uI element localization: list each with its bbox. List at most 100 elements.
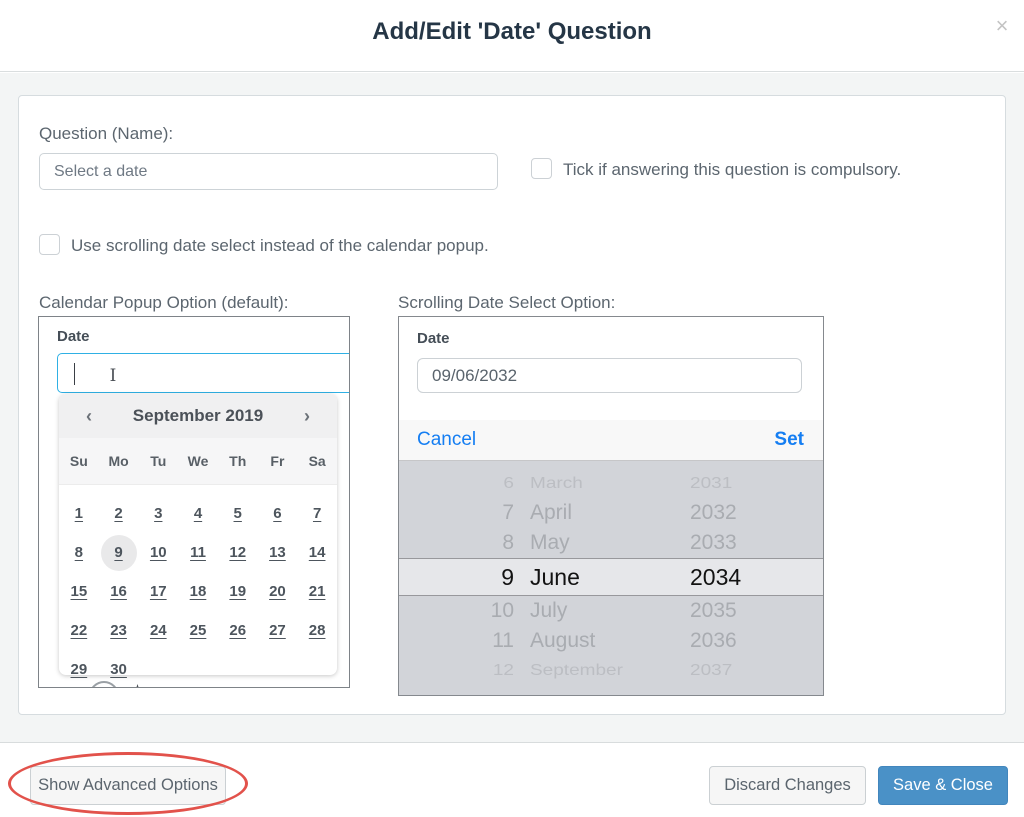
calendar-day[interactable]: 2	[99, 494, 139, 533]
calendar-day-empty	[218, 650, 258, 688]
calendar-day[interactable]: 9	[99, 533, 139, 572]
scrolling-date-input[interactable]	[417, 358, 802, 393]
calendar-day[interactable]: 25	[178, 611, 218, 650]
calendar-day[interactable]: 7	[297, 494, 337, 533]
calendar-day[interactable]: 14	[297, 533, 337, 572]
calendar-day[interactable]: 24	[138, 611, 178, 650]
wheel-day-value: 12	[399, 661, 514, 679]
calendar-month-bar: ‹ September 2019 ›	[59, 394, 337, 438]
wheel-row-selected[interactable]: 9June2034	[399, 558, 823, 596]
question-name-label: Question (Name):	[39, 124, 173, 144]
wheel-year-value: 2031	[690, 474, 790, 492]
cancel-button[interactable]: Cancel	[417, 429, 476, 451]
close-icon[interactable]: ×	[990, 14, 1014, 38]
date-wheel[interactable]: 6March20317April20328May20339June203410J…	[399, 461, 823, 696]
calendar-day[interactable]: 28	[297, 611, 337, 650]
calendar-day-number: 14	[309, 544, 326, 561]
set-button[interactable]: Set	[774, 429, 804, 451]
wheel-row[interactable]: 6March2031	[399, 472, 823, 496]
wheel-day-value: 7	[399, 501, 514, 525]
calendar-day-number: 22	[71, 622, 88, 639]
calendar-day-number: 5	[234, 505, 242, 522]
calendar-day-number: 4	[194, 505, 202, 522]
prev-month-icon[interactable]: ‹	[79, 406, 99, 427]
calendar-day[interactable]: 1	[59, 494, 99, 533]
calendar-day-number: 15	[71, 583, 88, 600]
today-highlight: 9	[101, 535, 137, 571]
scrolling-field-label: Date	[417, 330, 450, 347]
question-name-input[interactable]	[39, 153, 498, 190]
calendar-day-empty	[178, 650, 218, 688]
scrolling-toggle-checkbox[interactable]	[39, 234, 60, 255]
wheel-month-value: March	[530, 474, 690, 492]
calendar-day[interactable]: 13	[258, 533, 298, 572]
wheel-day-value: 8	[399, 531, 514, 555]
calendar-day[interactable]: 4	[178, 494, 218, 533]
wheel-row[interactable]: 7 April2032	[399, 498, 823, 528]
calendar-date-input[interactable]: I	[57, 353, 350, 393]
calendar-day[interactable]: 5	[218, 494, 258, 533]
wheel-month-value: April	[530, 501, 690, 525]
wheel-year-value: 2033	[690, 531, 790, 555]
weekday-label: Tu	[138, 453, 178, 469]
wheel-month-value: June	[530, 564, 690, 591]
calendar-day-number: 24	[150, 622, 167, 639]
calendar-day[interactable]: 15	[59, 572, 99, 611]
calendar-day[interactable]: 18	[178, 572, 218, 611]
wheel-month-value: September	[530, 661, 690, 679]
calendar-day-number: 6	[273, 505, 281, 522]
wheel-row[interactable]: 11August2036	[399, 626, 823, 656]
wheel-row[interactable]: 8May2033	[399, 528, 823, 558]
calendar-day[interactable]: 8	[59, 533, 99, 572]
next-month-icon[interactable]: ›	[297, 406, 317, 427]
calendar-day[interactable]: 11	[178, 533, 218, 572]
modal-title: Add/Edit 'Date' Question	[0, 18, 1024, 46]
calendar-day-number: 16	[110, 583, 127, 600]
calendar-day-number: 2	[114, 505, 122, 522]
calendar-day-number: 18	[190, 583, 207, 600]
wheel-row[interactable]: 12 September2037	[399, 659, 823, 683]
calendar-day[interactable]: 17	[138, 572, 178, 611]
wheel-year-value: 2037	[690, 661, 790, 679]
modal-body: Question (Name): Tick if answering this …	[0, 73, 1024, 742]
calendar-day[interactable]: 19	[218, 572, 258, 611]
weekday-label: Su	[59, 453, 99, 469]
calendar-day-number: 1	[75, 505, 83, 522]
calendar-day[interactable]: 29	[59, 650, 99, 688]
calendar-day[interactable]: 3	[138, 494, 178, 533]
ibeam-cursor: I	[108, 366, 118, 386]
calendar-day-number: 30	[110, 661, 127, 678]
calendar-day-number: 29	[71, 661, 88, 678]
save-and-close-button[interactable]: Save & Close	[878, 766, 1008, 805]
picker-action-bar: Cancel Set	[399, 420, 823, 461]
calendar-month-title: September 2019	[133, 406, 263, 426]
compulsory-checkbox[interactable]	[531, 158, 552, 179]
discard-changes-button[interactable]: Discard Changes	[709, 766, 866, 805]
calendar-day[interactable]: 10	[138, 533, 178, 572]
wheel-year-value: 2032	[690, 501, 790, 525]
calendar-day[interactable]: 26	[218, 611, 258, 650]
wheel-day-value: 10	[399, 599, 514, 623]
calendar-section-label: Calendar Popup Option (default):	[39, 293, 289, 313]
wheel-row[interactable]: 10July2035	[399, 596, 823, 626]
calendar-day[interactable]: 23	[99, 611, 139, 650]
calendar-day[interactable]: 22	[59, 611, 99, 650]
calendar-day-number: 25	[190, 622, 207, 639]
weekday-label: Sa	[297, 453, 337, 469]
weekday-label: Th	[218, 453, 258, 469]
calendar-day[interactable]: 27	[258, 611, 298, 650]
calendar-day-number: 21	[309, 583, 326, 600]
calendar-day[interactable]: 6	[258, 494, 298, 533]
calendar-day-number: 12	[229, 544, 246, 561]
calendar-day[interactable]: 21	[297, 572, 337, 611]
calendar-day[interactable]: 16	[99, 572, 139, 611]
calendar-dropdown: ‹ September 2019 › SuMoTuWeThFrSa 123456…	[59, 394, 337, 675]
calendar-day[interactable]: 20	[258, 572, 298, 611]
calendar-day[interactable]: 12	[218, 533, 258, 572]
calendar-days-grid: 1234567891011121314151617181920212223242…	[59, 485, 337, 688]
show-advanced-options-button[interactable]: Show Advanced Options	[30, 766, 226, 805]
calendar-day-number: 23	[110, 622, 127, 639]
compulsory-checkbox-label: Tick if answering this question is compu…	[563, 160, 901, 180]
weekday-label: Fr	[258, 453, 298, 469]
calendar-day-number: 8	[75, 544, 83, 561]
